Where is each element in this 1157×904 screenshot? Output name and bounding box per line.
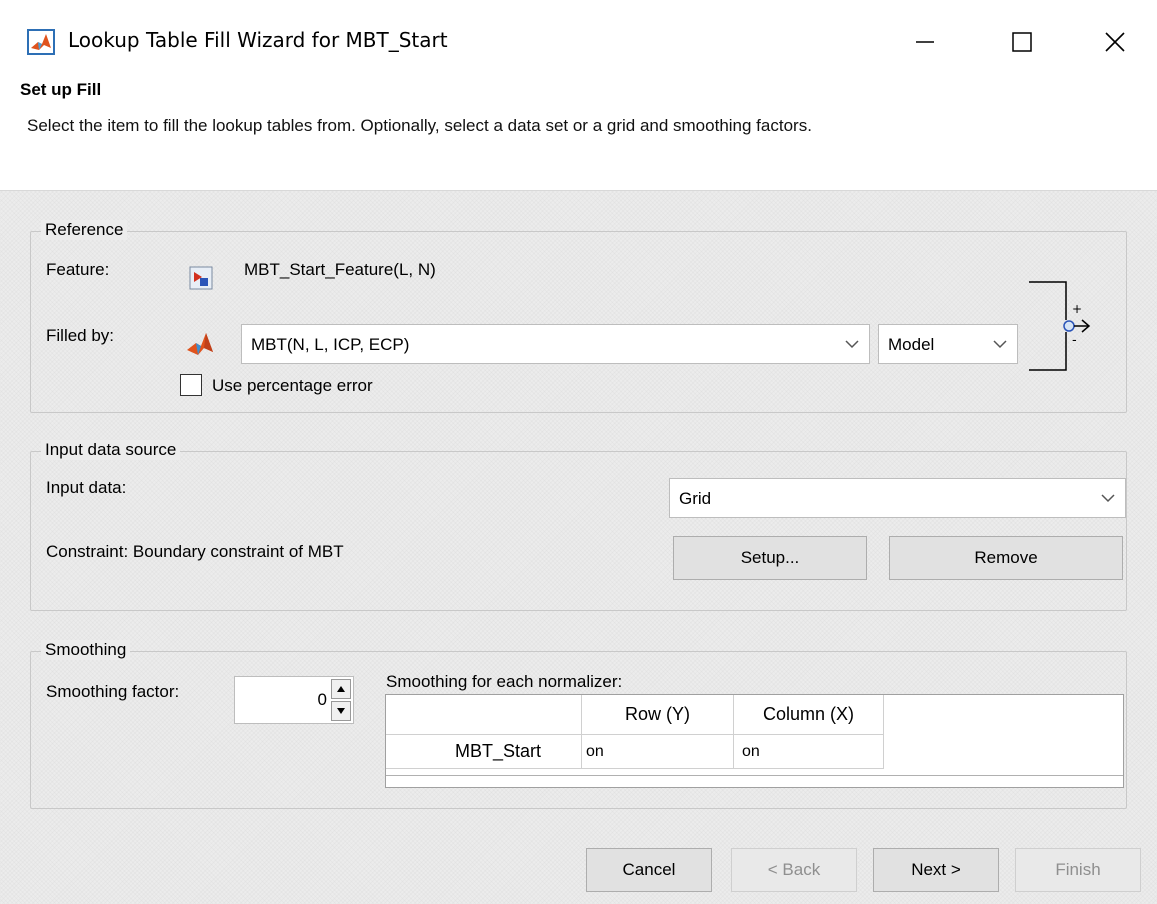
source-type-dropdown[interactable]: Model <box>878 324 1018 364</box>
normalizer-table: Row (Y) Column (X) MBT_Start on on <box>385 694 1124 788</box>
comparison-diagram-icon: + - <box>1029 281 1091 371</box>
wizard-header: Set up Fill Select the item to fill the … <box>0 80 1157 190</box>
filled-by-value: MBT(N, L, ICP, ECP) <box>251 335 410 354</box>
input-data-value: Grid <box>679 489 712 508</box>
page-description: Select the item to fill the lookup table… <box>27 116 812 135</box>
cancel-button[interactable]: Cancel <box>586 848 712 892</box>
smoothing-factor-label: Smoothing factor: <box>46 682 180 701</box>
smoothing-legend: Smoothing <box>41 640 131 660</box>
row-header: MBT_Start <box>386 735 582 769</box>
source-type-value: Model <box>888 335 935 354</box>
maximize-button[interactable] <box>992 20 1052 64</box>
smoothing-factor-value: 0 <box>317 690 327 709</box>
page-title: Set up Fill <box>20 80 102 99</box>
table-divider <box>386 775 1123 776</box>
maximize-icon <box>1012 32 1032 52</box>
chevron-down-icon <box>993 340 1007 349</box>
feature-value: MBT_Start_Feature(L, N) <box>244 260 436 279</box>
reference-legend: Reference <box>41 220 128 240</box>
arrow-up-icon <box>337 686 345 692</box>
table-corner-cell <box>386 695 582 735</box>
svg-text:-: - <box>1072 333 1077 348</box>
remove-button[interactable]: Remove <box>889 536 1123 580</box>
use-percentage-error-checkbox[interactable] <box>180 374 202 396</box>
close-icon <box>1105 32 1125 52</box>
feature-icon <box>189 266 213 290</box>
filled-by-dropdown[interactable]: MBT(N, L, ICP, ECP) <box>241 324 870 364</box>
input-data-source-group: Input data source Input data: Grid Const… <box>30 440 1127 611</box>
input-data-label: Input data: <box>46 478 127 497</box>
smoothing-factor-spinner[interactable]: 0 <box>234 676 354 724</box>
arrow-down-icon <box>337 708 345 714</box>
constraint-text: Constraint: Boundary constraint of MBT <box>46 542 344 561</box>
setup-button[interactable]: Setup... <box>673 536 867 580</box>
input-data-dropdown[interactable]: Grid <box>669 478 1126 518</box>
minimize-icon <box>916 41 934 43</box>
finish-button[interactable]: Finish <box>1015 848 1141 892</box>
spin-down-button[interactable] <box>331 701 351 721</box>
input-data-source-legend: Input data source <box>41 440 181 460</box>
spin-up-button[interactable] <box>331 679 351 699</box>
matlab-model-icon <box>187 333 213 355</box>
matlab-icon <box>27 29 55 55</box>
minimize-button[interactable] <box>895 20 955 64</box>
chevron-down-icon <box>1101 494 1115 503</box>
svg-text:+: + <box>1072 302 1082 316</box>
next-button[interactable]: Next > <box>873 848 999 892</box>
wizard-content: Reference Feature: MBT_Start_Feature(L, … <box>0 190 1157 904</box>
smoothing-normalizer-label: Smoothing for each normalizer: <box>386 672 623 691</box>
column-header: Column (X) <box>734 695 884 735</box>
smoothing-group: Smoothing Smoothing factor: 0 Smoothing … <box>30 640 1127 809</box>
feature-label: Feature: <box>46 260 110 279</box>
chevron-down-icon <box>845 340 859 349</box>
close-button[interactable] <box>1085 20 1145 64</box>
title-bar: Lookup Table Fill Wizard for MBT_Start <box>0 0 1157 80</box>
reference-group: Reference Feature: MBT_Start_Feature(L, … <box>30 220 1127 413</box>
table-cell[interactable]: on <box>582 735 734 769</box>
filled-by-label: Filled by: <box>46 326 115 345</box>
table-cell[interactable]: on <box>734 735 884 769</box>
window-title: Lookup Table Fill Wizard for MBT_Start <box>68 28 448 52</box>
back-button[interactable]: < Back <box>731 848 857 892</box>
column-header: Row (Y) <box>582 695 734 735</box>
use-percentage-error-label: Use percentage error <box>212 376 373 395</box>
